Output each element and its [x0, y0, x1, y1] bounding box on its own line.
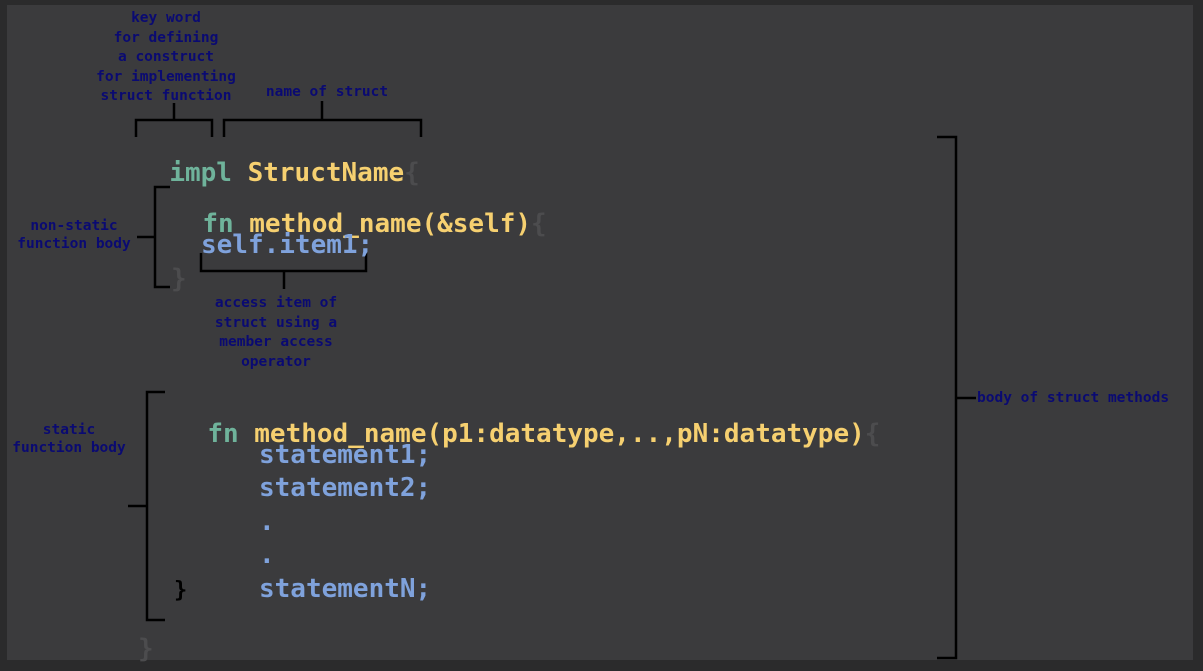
method2-close-brace: } [174, 578, 188, 603]
non-static-bracket [137, 185, 170, 289]
impl-close-brace: } [138, 634, 154, 664]
body-bracket [937, 135, 976, 660]
non-static-annotation: non-static function body [17, 218, 131, 252]
method2-statement-n: statementN; [259, 574, 432, 604]
method1-open-brace: { [531, 209, 547, 239]
method1-close-brace: } [171, 264, 187, 294]
method2-ellipsis-dot-2: . [259, 540, 275, 570]
body-annotation: body of struct methods [977, 390, 1170, 406]
method2-statement-2: statement2; [259, 473, 432, 503]
method2-fn-keyword: fn [207, 419, 239, 449]
struct-name-annotation: name of struct [265, 84, 389, 100]
method1-statement: self.item1; [201, 230, 374, 260]
method2-open-brace: { [864, 419, 881, 449]
static-annotation: static function body [12, 422, 126, 456]
access-item-annotation: access item of struct using a member acc… [214, 295, 338, 370]
method2-statement-1: statement1; [259, 440, 432, 470]
method2-ellipsis-dot-1: . [259, 507, 275, 537]
keyword-annotation: key word for defining a construct for im… [96, 10, 236, 104]
